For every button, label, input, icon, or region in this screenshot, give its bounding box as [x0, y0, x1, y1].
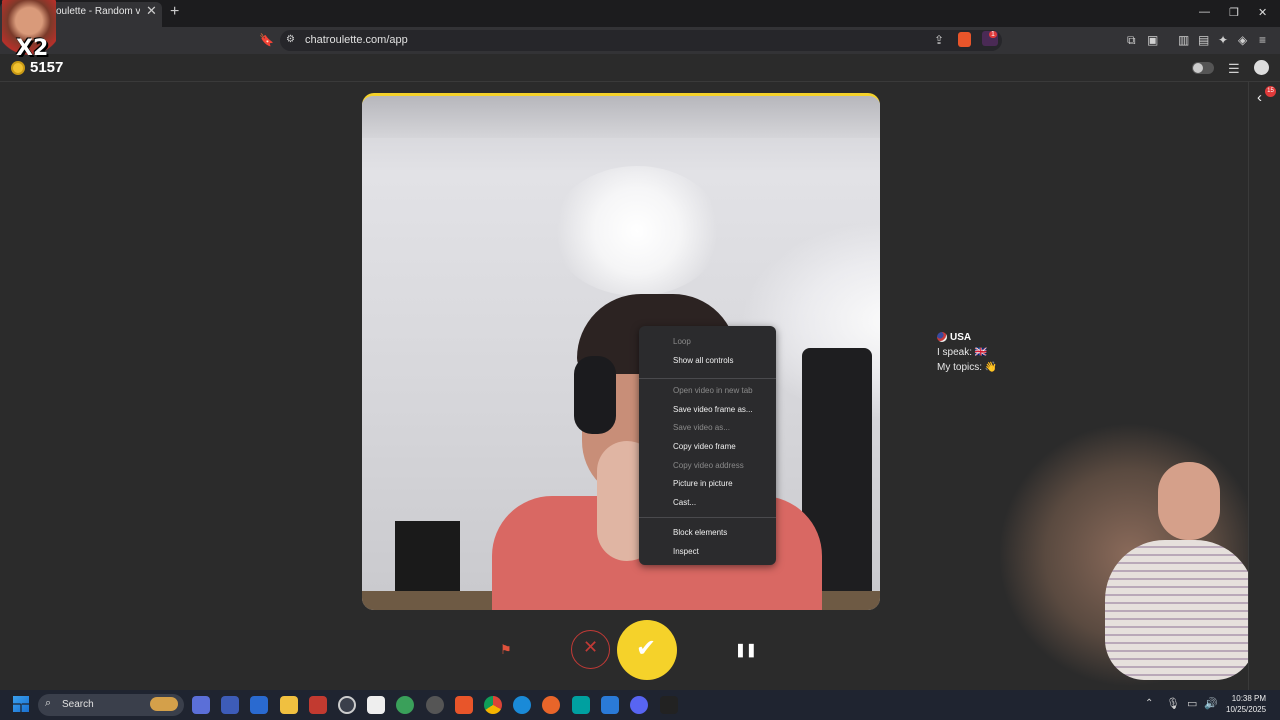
taskbar-clock[interactable]: 10:38 PM 10/25/2025	[1226, 693, 1266, 715]
tray-chevron-icon[interactable]: ⌃	[1145, 698, 1153, 709]
share-icon[interactable]: ⇪	[934, 33, 944, 47]
partner-topics: My topics: 👋	[937, 362, 998, 373]
search-highlight-icon	[150, 697, 178, 711]
taskbar-app-icon[interactable]	[338, 696, 356, 714]
rewards-badge: 1	[989, 31, 997, 38]
menu-item-inspect[interactable]: Inspect	[673, 547, 699, 556]
menu-item-copy-frame[interactable]: Copy video frame	[673, 442, 736, 451]
search-icon: ⌕	[45, 697, 52, 709]
partner-video[interactable]	[362, 93, 880, 610]
menu-item-open-new-tab: Open video in new tab	[673, 386, 753, 395]
browser-tab-bar	[0, 0, 1280, 27]
menu-item-save-frame[interactable]: Save video frame as...	[673, 405, 753, 414]
tab-search-icon[interactable]: ▣	[1147, 33, 1158, 47]
partner-country: USA	[950, 332, 972, 343]
checkmark-icon: ✔	[636, 635, 657, 662]
clock-time: 10:38 PM	[1231, 694, 1267, 703]
menu-separator	[639, 517, 776, 518]
toggle-knob	[1193, 63, 1203, 73]
capcut-icon[interactable]	[367, 696, 385, 714]
expand-chat-chevron-icon[interactable]: ‹	[1257, 89, 1262, 106]
obs-icon[interactable]	[426, 696, 444, 714]
menu-separator	[639, 378, 776, 379]
new-tab-button[interactable]: +	[170, 3, 179, 21]
discord-icon[interactable]	[630, 696, 648, 714]
usa-flag-icon	[937, 332, 947, 342]
wallet-icon[interactable]: ▤	[1198, 33, 1209, 47]
taskbar-app-icon[interactable]	[221, 696, 239, 714]
pause-button[interactable]: ❚❚	[735, 642, 757, 658]
chrome-icon[interactable]	[484, 696, 502, 714]
site-info-icon[interactable]: ⚙	[286, 34, 295, 45]
multiplier-label: X2	[16, 36, 49, 61]
bookmark-icon[interactable]: 🔖	[259, 33, 274, 47]
video-amp	[395, 521, 460, 591]
clock-date: 10/25/2025	[1226, 705, 1267, 714]
chat-sidebar	[1248, 82, 1280, 690]
window-close-button[interactable]: ✕	[1258, 6, 1267, 19]
arduino-icon[interactable]	[572, 696, 590, 714]
taskbar-app-icon[interactable]	[309, 696, 327, 714]
taskbar-app-icon[interactable]	[396, 696, 414, 714]
site-header	[0, 54, 1280, 82]
menu-icon[interactable]: ≡	[1259, 33, 1266, 47]
network-icon[interactable]: ▭	[1187, 697, 1197, 710]
partner-languages: I speak: 🇬🇧	[937, 347, 988, 358]
coin-balance[interactable]: 5157	[30, 59, 63, 76]
menu-item-loop: Loop	[673, 337, 691, 346]
menu-item-pip[interactable]: Picture in picture	[673, 479, 733, 488]
taskbar-app-icon[interactable]	[250, 696, 268, 714]
filters-icon[interactable]: ☰	[1228, 61, 1240, 77]
coin-icon	[11, 61, 25, 75]
vscode-icon[interactable]	[601, 696, 619, 714]
skip-x-icon: ✕	[583, 637, 599, 657]
notification-badge: 15	[1265, 86, 1276, 97]
url-text[interactable]: chatroulette.com/app	[305, 34, 408, 46]
file-explorer-icon[interactable]	[280, 696, 298, 714]
self-camera-head	[1158, 462, 1220, 540]
maximize-button[interactable]: ❐	[1229, 6, 1239, 19]
menu-item-show-controls[interactable]: Show all controls	[673, 356, 733, 365]
profile-avatar-icon[interactable]	[1254, 60, 1269, 75]
firefox-icon[interactable]	[542, 696, 560, 714]
video-context-menu: Loop Show all controls Open video in new…	[639, 326, 776, 565]
extensions-icon[interactable]: ⧉	[1127, 33, 1136, 48]
menu-item-copy-address: Copy video address	[673, 461, 744, 470]
edge-icon[interactable]	[513, 696, 531, 714]
brave-shield-icon[interactable]	[958, 32, 971, 47]
taskbar-search-placeholder: Search	[62, 699, 94, 710]
brave-icon[interactable]	[455, 696, 473, 714]
leo-ai-icon[interactable]: ✦	[1218, 33, 1228, 47]
video-headphone	[574, 356, 616, 434]
vpn-icon[interactable]: ◈	[1238, 33, 1247, 47]
menu-item-cast[interactable]: Cast...	[673, 498, 696, 507]
self-camera-body	[1105, 540, 1255, 680]
tab-title[interactable]: oulette - Random video	[56, 6, 140, 17]
tab-close-icon[interactable]: ✕	[146, 3, 157, 19]
volume-icon[interactable]: 🔊	[1204, 697, 1218, 710]
minimize-button[interactable]: —	[1199, 6, 1210, 18]
sidebar-icon[interactable]: ▥	[1178, 33, 1189, 47]
menu-item-save-video: Save video as...	[673, 423, 730, 432]
menu-item-block-elements[interactable]: Block elements	[673, 528, 727, 537]
taskbar-app-icon[interactable]	[192, 696, 210, 714]
taskbar-app-icon[interactable]	[660, 696, 678, 714]
video-ceiling	[362, 96, 880, 138]
video-light	[552, 166, 722, 296]
report-flag-button[interactable]: ⚑	[500, 642, 512, 658]
microphone-icon[interactable]: 🎙	[1166, 697, 1180, 710]
